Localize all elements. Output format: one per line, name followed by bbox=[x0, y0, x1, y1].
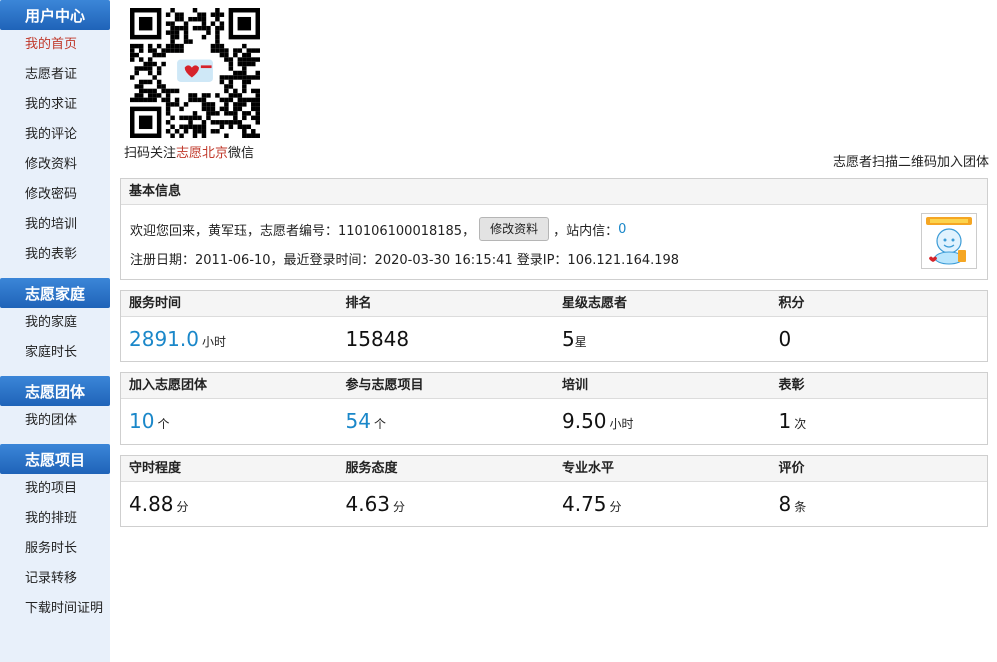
qr-caption-suffix: 微信 bbox=[228, 146, 255, 161]
header-joined-teams: 加入志愿团体 bbox=[129, 378, 208, 393]
stats-panel-ratings: 守时程度 服务态度 专业水平 评价 4.88 分 4.63 分 4.75 分 8条 bbox=[120, 455, 988, 527]
basic-info-title: 基本信息 bbox=[121, 179, 987, 205]
service-hours-unit: 小时 bbox=[201, 335, 226, 349]
awards-cell: 1次 bbox=[771, 409, 988, 433]
qr-caption: 扫码关注志愿北京微信 bbox=[124, 142, 274, 161]
stats-values: 4.88 分 4.63 分 4.75 分 8条 bbox=[121, 482, 987, 526]
header-rank: 排名 bbox=[345, 296, 372, 311]
sidebar-group-team: 志愿团体 我的团体 bbox=[0, 376, 110, 436]
sidebar-item-training[interactable]: 我的培训 bbox=[0, 210, 110, 240]
projects-cell: 54 个 bbox=[338, 409, 555, 433]
skill-cell: 4.75 分 bbox=[554, 492, 771, 516]
header-projects: 参与志愿项目 bbox=[345, 378, 424, 393]
avatar bbox=[921, 213, 977, 269]
header-reviews: 评价 bbox=[778, 461, 805, 476]
attitude-unit: 分 bbox=[393, 500, 406, 514]
sidebar-item-record-transfer[interactable]: 记录转移 bbox=[0, 564, 110, 594]
training-cell: 9.50 小时 bbox=[554, 409, 771, 433]
joined-teams-unit: 个 bbox=[157, 417, 170, 431]
rank-cell: 15848 bbox=[338, 327, 555, 351]
training-unit: 小时 bbox=[609, 417, 634, 431]
stars-value: 5 bbox=[562, 327, 575, 351]
skill-unit: 分 bbox=[609, 500, 622, 514]
welcome-line: 欢迎您回来，黄军珏，志愿者编号：110106100018185， 修改资料 ，站… bbox=[130, 217, 626, 241]
app: 用户中心 我的首页 志愿者证 我的求证 我的评论 修改资料 修改密码 我的培训 … bbox=[0, 0, 997, 662]
welcome-text: 欢迎您回来，黄军珏，志愿者编号：110106100018185， bbox=[130, 223, 476, 239]
header-punctuality: 守时程度 bbox=[129, 461, 182, 476]
sidebar-item-comments[interactable]: 我的评论 bbox=[0, 120, 110, 150]
attitude-value: 4.63 bbox=[345, 492, 391, 516]
sidebar-heading: 志愿团体 bbox=[0, 376, 110, 406]
register-info: 注册日期：2011-06-10，最近登录时间：2020-03-30 16:15:… bbox=[130, 253, 680, 268]
mascot-icon bbox=[926, 217, 972, 265]
punctuality-cell: 4.88 分 bbox=[121, 492, 338, 516]
header-service-time: 服务时间 bbox=[129, 296, 182, 311]
sidebar-heading: 志愿项目 bbox=[0, 444, 110, 474]
sidebar-item-family-hours[interactable]: 家庭时长 bbox=[0, 338, 110, 368]
sidebar-group-family: 志愿家庭 我的家庭 家庭时长 bbox=[0, 278, 110, 368]
sidebar-item-service-hours[interactable]: 服务时长 bbox=[0, 534, 110, 564]
header-points: 积分 bbox=[778, 296, 805, 311]
projects-value[interactable]: 54 bbox=[346, 409, 371, 433]
reviews-unit: 条 bbox=[794, 500, 807, 514]
stars-unit: 星 bbox=[574, 335, 587, 349]
sidebar-group-user-center: 用户中心 我的首页 志愿者证 我的求证 我的评论 修改资料 修改密码 我的培训 … bbox=[0, 0, 110, 270]
sidebar-item-my-shifts[interactable]: 我的排班 bbox=[0, 504, 110, 534]
service-time-cell: 2891.0 小时 bbox=[121, 327, 338, 351]
header-skill: 专业水平 bbox=[562, 461, 615, 476]
stats-header: 加入志愿团体 参与志愿项目 培训 表彰 bbox=[121, 373, 987, 399]
join-team-hint: 志愿者扫描二维码加入团体 bbox=[832, 155, 989, 170]
star-level-cell: 5星 bbox=[554, 327, 771, 351]
attitude-cell: 4.63 分 bbox=[338, 492, 555, 516]
joined-teams-cell: 10 个 bbox=[121, 409, 338, 433]
reviews-cell: 8条 bbox=[771, 492, 988, 516]
sidebar-item-my-projects[interactable]: 我的项目 bbox=[0, 474, 110, 504]
qr-section: 扫码关注志愿北京微信 bbox=[124, 8, 274, 161]
skill-value: 4.75 bbox=[562, 492, 607, 516]
sidebar-item-edit-profile[interactable]: 修改资料 bbox=[0, 150, 110, 180]
training-value: 9.50 bbox=[562, 409, 607, 433]
qr-caption-highlight[interactable]: 志愿北京 bbox=[176, 146, 228, 161]
edit-profile-button[interactable]: 修改资料 bbox=[479, 217, 550, 241]
sidebar-heading: 志愿家庭 bbox=[0, 278, 110, 308]
rank-value: 15848 bbox=[345, 327, 410, 351]
qr-caption-prefix: 扫码关注 bbox=[124, 146, 177, 161]
service-hours-value[interactable]: 2891.0 bbox=[129, 327, 199, 351]
projects-unit: 个 bbox=[373, 417, 386, 431]
header-awards: 表彰 bbox=[778, 378, 805, 393]
basic-info-panel: 基本信息 欢迎您回来，黄军珏，志愿者编号：110106100018185， 修改… bbox=[120, 178, 988, 280]
sidebar-item-certificate[interactable]: 志愿者证 bbox=[0, 60, 110, 90]
message-label: ，站内信： bbox=[553, 223, 619, 239]
qr-code-image bbox=[130, 8, 260, 138]
header-training: 培训 bbox=[562, 378, 589, 393]
sidebar-item-verification[interactable]: 我的求证 bbox=[0, 90, 110, 120]
awards-unit: 次 bbox=[794, 417, 807, 431]
stats-header: 服务时间 排名 星级志愿者 积分 bbox=[121, 291, 987, 317]
sidebar-item-change-password[interactable]: 修改密码 bbox=[0, 180, 110, 210]
sidebar-item-download-certificate[interactable]: 下载时间证明 bbox=[0, 594, 110, 624]
sidebar-heading: 用户中心 bbox=[0, 0, 110, 30]
points-cell: 0 bbox=[771, 327, 988, 351]
header-attitude: 服务态度 bbox=[345, 461, 398, 476]
stats-values: 2891.0 小时 15848 5星 0 bbox=[121, 317, 987, 361]
sidebar-item-home[interactable]: 我的首页 bbox=[0, 30, 110, 60]
stats-values: 10 个 54 个 9.50 小时 1次 bbox=[121, 399, 987, 443]
joined-teams-value[interactable]: 10 bbox=[129, 409, 154, 433]
sidebar-item-my-team[interactable]: 我的团体 bbox=[0, 406, 110, 436]
message-count-link[interactable]: 0 bbox=[618, 222, 626, 237]
sidebar: 用户中心 我的首页 志愿者证 我的求证 我的评论 修改资料 修改密码 我的培训 … bbox=[0, 0, 110, 662]
sidebar-group-projects: 志愿项目 我的项目 我的排班 服务时长 记录转移 下载时间证明 bbox=[0, 444, 110, 624]
stats-panel-participation: 加入志愿团体 参与志愿项目 培训 表彰 10 个 54 个 9.50 小时 1次 bbox=[120, 372, 988, 445]
punctuality-value: 4.88 bbox=[129, 492, 174, 516]
stats-panel-service: 服务时间 排名 星级志愿者 积分 2891.0 小时 15848 5星 0 bbox=[120, 290, 988, 362]
sidebar-item-my-family[interactable]: 我的家庭 bbox=[0, 308, 110, 338]
reviews-value: 8 bbox=[778, 492, 792, 516]
sidebar-item-awards[interactable]: 我的表彰 bbox=[0, 240, 110, 270]
stats-header: 守时程度 服务态度 专业水平 评价 bbox=[121, 456, 987, 482]
header-star-level: 星级志愿者 bbox=[562, 296, 628, 311]
punctuality-unit: 分 bbox=[176, 500, 189, 514]
points-value: 0 bbox=[778, 327, 792, 351]
awards-value: 1 bbox=[778, 409, 792, 433]
